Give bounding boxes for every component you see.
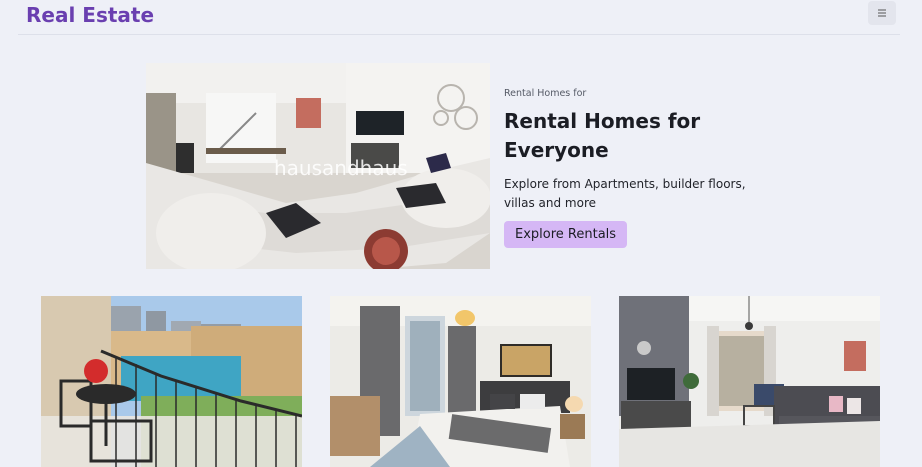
listing-card-balcony[interactable] bbox=[41, 296, 302, 467]
site-header: Real Estate bbox=[18, 0, 900, 35]
listing-card-living-room[interactable] bbox=[619, 296, 880, 467]
hero-image: hausandhaus bbox=[146, 63, 490, 269]
living-room-photo bbox=[619, 296, 880, 467]
bedroom-photo bbox=[330, 296, 591, 467]
menu-toggle-button[interactable] bbox=[868, 1, 896, 25]
listing-card-bedroom[interactable] bbox=[330, 296, 591, 467]
hero-watermark: hausandhaus bbox=[274, 156, 408, 180]
explore-rentals-button[interactable]: Explore Rentals bbox=[504, 221, 628, 248]
brand-logo[interactable]: Real Estate bbox=[26, 3, 154, 27]
hero-description: Explore from Apartments, builder floors,… bbox=[504, 177, 746, 210]
hamburger-icon bbox=[878, 9, 886, 17]
hero-eyebrow: Rental Homes for bbox=[504, 88, 587, 99]
hero-content: Rental Homes for Rental Homes for Everyo… bbox=[504, 88, 784, 248]
balcony-pool-view-photo bbox=[41, 296, 302, 467]
hero-title: Rental Homes for Everyone bbox=[504, 109, 701, 162]
